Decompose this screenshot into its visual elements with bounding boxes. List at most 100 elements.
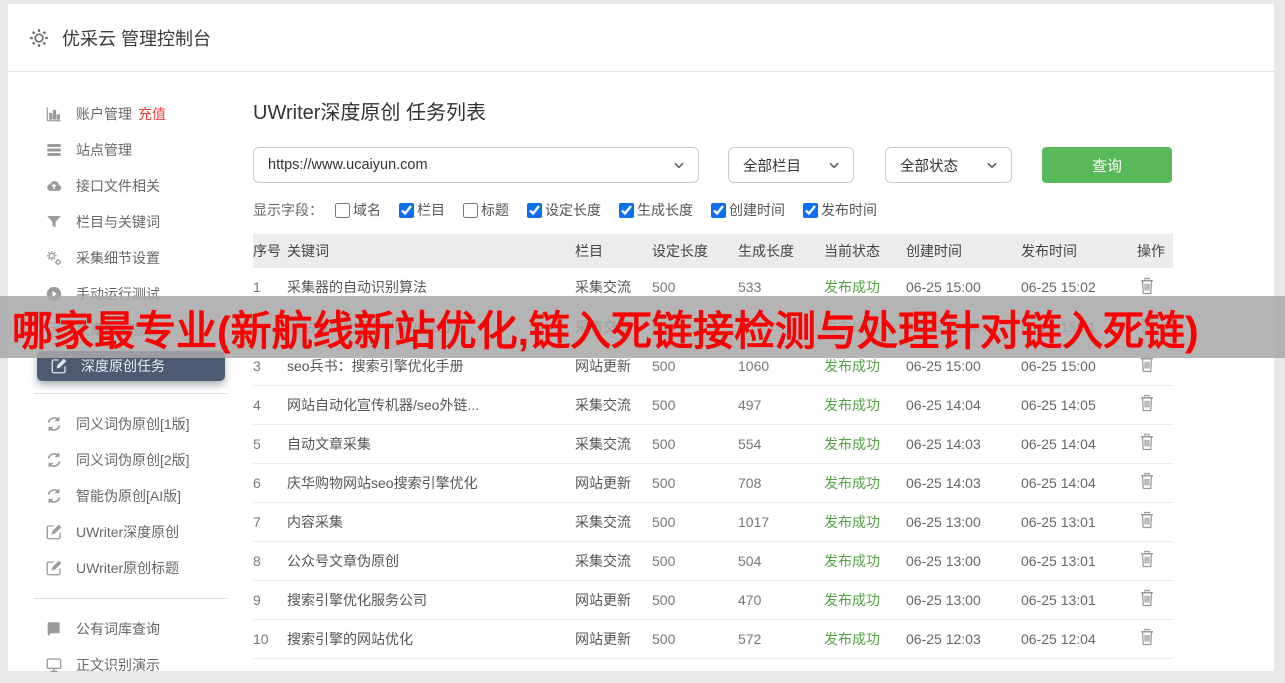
sidebar-item-label: 采集细节设置 [76,250,160,266]
delete-task-button[interactable] [1137,470,1157,492]
cell-kw: 搜索引擎的网站优化 [287,630,413,647]
cell-status: 发布成功 [824,513,880,530]
cell-time: 06-25 13:00 [906,552,981,569]
cell-actions [1137,424,1173,463]
cell-num: 500 [652,396,676,413]
field-checkbox[interactable] [399,202,414,218]
sidebar-item-label: 同义词伪原创[1版] [76,416,190,432]
trash-icon [1138,548,1156,568]
sidebar-divider [34,598,227,599]
table-column-header: 序号 [253,243,281,259]
watermark-text: 哪家最专业(新航线新站优化,链入死链接检测与处理针对链入死链) [12,308,1199,354]
sidebar-item[interactable]: 智能伪原创[AI版] [8,478,253,514]
field-checkbox[interactable] [619,202,634,218]
sidebar-item-label: 智能伪原创[AI版] [76,488,182,504]
cell-cat: 网站更新 [575,591,631,608]
cell-kw: 网站自动化宣传机器/seo外链... [287,396,480,413]
cell-num: 470 [738,591,762,608]
field-option-label: 发布时间 [821,202,877,218]
field-option[interactable]: 设定长度 [527,200,601,220]
sidebar-item-label: UWriter深度原创 [76,524,180,540]
delete-task-button[interactable] [1137,548,1157,570]
table-column-header: 设定长度 [652,243,708,259]
sidebar-item[interactable]: 采集细节设置 [8,240,253,276]
cell-num: 500 [652,552,676,569]
sidebar-item[interactable]: 正文识别演示 [8,647,253,683]
bar-chart-icon [45,105,63,123]
table-row: 6 庆华购物网站seo搜索引擎优化 网站更新 500 708 发布成功 06-25 14:0… [253,463,1173,502]
cell-time: 06-25 13:00 [906,591,981,608]
status-select-value: 全部状态 [900,158,958,175]
field-option-label: 生成长度 [637,202,693,218]
column-select[interactable]: 全部栏目 [728,147,854,183]
sidebar-item[interactable]: 接口文件相关 [8,168,253,204]
field-option[interactable]: 生成长度 [619,200,693,220]
cell-cat: 采集交流 [575,396,631,413]
cell-num: 504 [738,552,762,569]
status-select[interactable]: 全部状态 [885,147,1012,183]
recharge-link[interactable]: 充值 [138,104,166,124]
gear-icon [28,27,50,49]
sidebar-item[interactable]: 站点管理 [8,132,253,168]
cell-idx: 6 [253,474,261,491]
cell-cat: 采集交流 [575,552,631,569]
sidebar-item[interactable]: 账户管理 充值 [8,96,253,132]
cell-status: 发布成功 [824,474,880,491]
cell-idx: 5 [253,435,261,452]
delete-task-button[interactable] [1137,392,1157,414]
sidebar-item-label: 深度原创任务 [81,358,165,374]
cell-cat: 采集交流 [575,435,631,452]
cell-num: 500 [652,513,676,530]
sidebar-item-label: 站点管理 [76,142,132,158]
cell-num: 554 [738,435,762,452]
delete-task-button[interactable] [1137,431,1157,453]
field-option-label: 创建时间 [729,202,785,218]
delete-task-button[interactable] [1137,275,1157,297]
field-checkbox[interactable] [527,202,542,218]
cell-idx: 8 [253,552,261,569]
cell-cat: 网站更新 [575,474,631,491]
cell-cat: 网站更新 [575,630,631,647]
delete-task-button[interactable] [1137,587,1157,609]
table-column-header: 栏目 [575,243,603,259]
cell-actions [1137,385,1173,424]
sidebar-item[interactable]: UWriter原创标题 [8,550,253,586]
field-option[interactable]: 发布时间 [803,200,877,220]
sidebar-item-label: 接口文件相关 [76,178,160,194]
gears-icon [45,249,63,267]
field-checkbox[interactable] [463,202,478,218]
cell-status: 发布成功 [824,630,880,647]
cell-num: 500 [652,435,676,452]
sidebar-item[interactable]: 栏目与关键词 [8,204,253,240]
trash-icon [1138,431,1156,451]
field-option[interactable]: 标题 [463,200,509,220]
cell-kw: 庆华购物网站seo搜索引擎优化 [287,474,478,491]
query-button[interactable]: 查询 [1042,147,1172,183]
field-checkbox[interactable] [803,202,818,218]
delete-task-button[interactable] [1137,626,1157,648]
field-checkbox[interactable] [335,202,350,218]
cell-num: 500 [652,630,676,647]
table-row: 5 自动文章采集 采集交流 500 554 发布成功 06-25 14:03 06-25 14… [253,424,1173,463]
trash-icon [1138,626,1156,646]
sidebar-item[interactable]: 同义词伪原创[1版] [8,406,253,442]
sidebar-item[interactable]: 公有词库查询 [8,611,253,647]
delete-task-button[interactable] [1137,509,1157,531]
sidebar-divider [34,393,227,394]
display-fields-label: 显示字段： [253,202,323,218]
cell-actions [1137,580,1173,619]
cell-time: 06-25 14:03 [906,435,981,452]
field-option-label: 设定长度 [545,202,601,218]
table-header-row: 序号 关键词 栏目 设定长度 生成长度 当前状态 创建时间 发布时间 操作 [253,234,1173,268]
sidebar-item[interactable]: UWriter深度原创 [8,514,253,550]
table-row: 9 搜索引擎优化服务公司 网站更新 500 470 发布成功 06-25 13:00 06-2… [253,580,1173,619]
field-checkbox[interactable] [711,202,726,218]
field-option[interactable]: 栏目 [399,200,445,220]
trash-icon [1138,509,1156,529]
sidebar-item[interactable]: 同义词伪原创[2版] [8,442,253,478]
site-select[interactable]: https://www.ucaiyun.com [253,147,699,183]
trash-icon [1138,392,1156,412]
table-row: 7 内容采集 采集交流 500 1017 发布成功 06-25 13:00 06-25 13:… [253,502,1173,541]
field-option[interactable]: 创建时间 [711,200,785,220]
field-option[interactable]: 域名 [335,200,381,220]
